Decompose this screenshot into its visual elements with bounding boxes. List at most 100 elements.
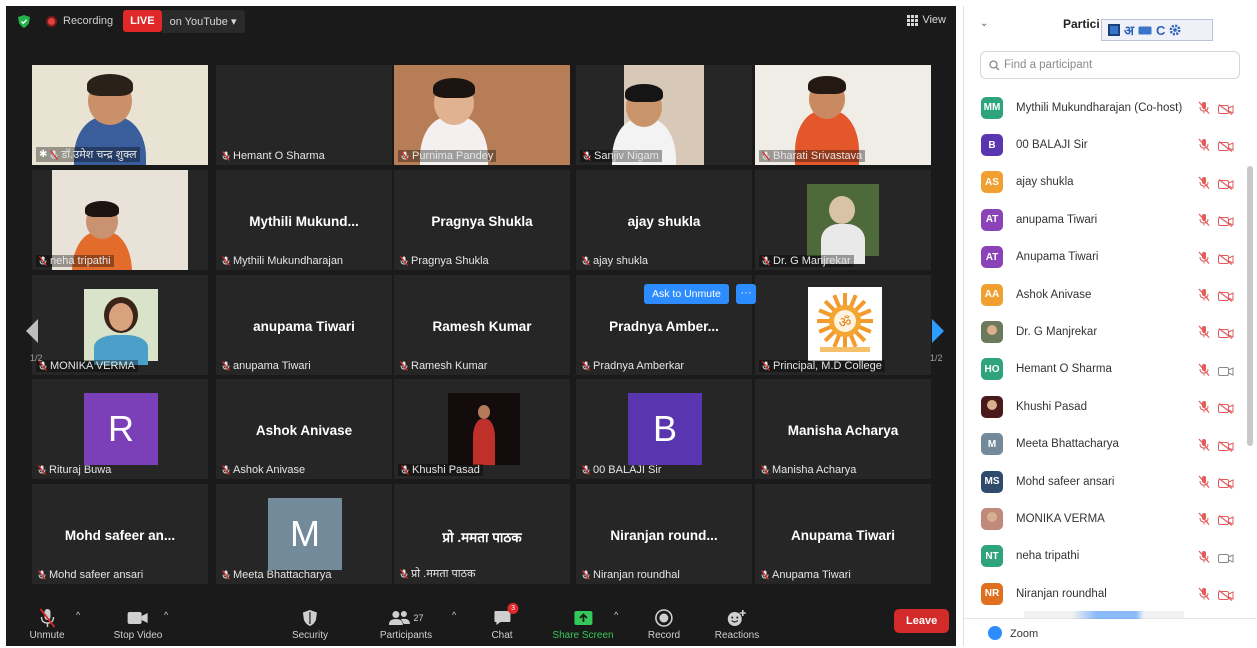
video-tile-mythili-mukundharajan[interactable]: Mythili Mukund... Mythili Mukundharajan xyxy=(216,170,392,270)
video-tile-sanjiv-nigam[interactable]: Sanjiv Nigam xyxy=(576,65,752,165)
muted-mic-icon[interactable] xyxy=(1198,325,1210,343)
shield-icon[interactable] xyxy=(18,14,30,28)
video-off-icon[interactable] xyxy=(1218,289,1234,307)
participant-row-mythili-mukundharajan-co-host[interactable]: MM Mythili Mukundharajan (Co-host) xyxy=(964,89,1249,126)
video-off-icon[interactable] xyxy=(1218,476,1234,494)
participant-display-name: Pradnya Amber... xyxy=(609,319,719,334)
muted-mic-icon[interactable] xyxy=(1198,475,1210,493)
stop-video-button[interactable]: Stop Video xyxy=(114,608,162,641)
participant-row-khushi-pasad[interactable]: Khushi Pasad xyxy=(964,388,1249,425)
video-on-icon[interactable] xyxy=(1218,551,1234,569)
video-tile-bharati-srivastava[interactable]: Bharati Srivastava xyxy=(755,65,931,165)
video-options-caret-icon[interactable]: ^ xyxy=(164,610,168,620)
participants-options-caret-icon[interactable]: ^ xyxy=(452,610,456,620)
participant-row-mohd-safeer-ansari[interactable]: MS Mohd safeer ansari xyxy=(964,463,1249,500)
participant-row-dr-g-manjrekar[interactable]: Dr. G Manjrekar xyxy=(964,313,1249,350)
participant-row-anupama-tiwari[interactable]: AT Anupama Tiwari xyxy=(964,239,1249,276)
video-off-icon[interactable] xyxy=(1218,513,1234,531)
video-off-icon[interactable] xyxy=(1218,439,1234,457)
participant-row-00-balaji-sir[interactable]: B 00 BALAJI Sir xyxy=(964,126,1249,163)
video-tile-00-balaji-sir[interactable]: B 00 BALAJI Sir xyxy=(576,379,752,479)
video-off-icon[interactable] xyxy=(1218,588,1234,606)
video-tile-ramesh-kumar[interactable]: Ramesh Kumar Ramesh Kumar xyxy=(394,275,570,375)
video-tile-niranjan-roundhal[interactable]: Niranjan round... Niranjan roundhal xyxy=(576,484,752,584)
audio-options-caret-icon[interactable]: ^ xyxy=(76,610,80,620)
settings-gear-icon[interactable] xyxy=(1169,24,1181,36)
video-off-icon[interactable] xyxy=(1218,177,1234,195)
reactions-button[interactable]: Reactions xyxy=(715,608,759,641)
video-tile-ajay-shukla[interactable]: ajay shukla ajay shukla xyxy=(576,170,752,270)
video-tile-dr-g-manjrekar[interactable]: Dr. G Manjrekar xyxy=(755,170,931,270)
muted-mic-icon xyxy=(400,568,408,579)
muted-mic-icon[interactable] xyxy=(1198,438,1210,456)
share-options-caret-icon[interactable]: ^ xyxy=(614,610,618,620)
video-tile-mohd-safeer-ansari[interactable]: Mohd safeer an... Mohd safeer ansari xyxy=(32,484,208,584)
participant-row-monika-verma[interactable]: MONIKA VERMA xyxy=(964,500,1249,537)
video-on-icon[interactable] xyxy=(1218,364,1234,382)
muted-mic-icon[interactable] xyxy=(1198,363,1210,381)
record-button[interactable]: Record xyxy=(648,608,680,641)
muted-mic-icon[interactable] xyxy=(1198,550,1210,568)
video-tile-rituraj-buwa[interactable]: R Rituraj Buwa xyxy=(32,379,208,479)
participant-search-box[interactable] xyxy=(980,51,1240,79)
video-off-icon[interactable] xyxy=(1218,401,1234,419)
previous-page-arrow-icon[interactable] xyxy=(24,318,40,344)
chat-button[interactable]: 3 Chat xyxy=(491,603,519,641)
video-tile-khushi-pasad[interactable]: Khushi Pasad xyxy=(394,379,570,479)
participant-list-scrollbar[interactable] xyxy=(1247,166,1253,446)
muted-mic-icon[interactable] xyxy=(1198,176,1210,194)
ime-hindi-label[interactable]: अ xyxy=(1124,21,1134,39)
ime-c-label[interactable]: C xyxy=(1156,23,1165,38)
muted-mic-icon[interactable] xyxy=(1198,101,1210,119)
participants-button[interactable]: 27 Participants xyxy=(380,608,432,641)
video-off-icon[interactable] xyxy=(1218,252,1234,270)
ask-to-unmute-button[interactable]: Ask to Unmute xyxy=(644,284,729,304)
video-tile-participant[interactable]: ✱ डॉ.उमेश चन्द्र शुक्ल xyxy=(32,65,208,165)
participant-name-label: 00 BALAJI Sir xyxy=(582,464,661,476)
stream-destination-dropdown[interactable]: on YouTube ▾ xyxy=(161,9,245,33)
live-badge[interactable]: LIVE xyxy=(123,10,162,32)
video-tile-purnima-pandey[interactable]: Purnima Pandey xyxy=(394,65,570,165)
muted-mic-icon[interactable] xyxy=(1198,288,1210,306)
muted-mic-icon[interactable] xyxy=(1198,138,1210,156)
tile-more-options-button[interactable]: ··· xyxy=(736,284,756,304)
participant-row-meeta-bhattacharya[interactable]: M Meeta Bhattacharya xyxy=(964,426,1249,463)
security-button[interactable]: Security xyxy=(292,608,328,641)
share-screen-button[interactable]: Share Screen xyxy=(552,608,614,641)
video-tile-hemant-o-sharma[interactable]: Hemant O Sharma xyxy=(216,65,392,165)
muted-mic-icon[interactable] xyxy=(1198,213,1210,231)
participant-row-niranjan-roundhal[interactable]: NR Niranjan roundhal xyxy=(964,575,1249,612)
video-off-icon[interactable] xyxy=(1218,326,1234,344)
participant-row-hemant-o-sharma[interactable]: HO Hemant O Sharma xyxy=(964,351,1249,388)
muted-mic-icon[interactable] xyxy=(1198,400,1210,418)
next-page-arrow-icon[interactable] xyxy=(930,318,946,344)
language-input-toolbar[interactable]: अ C xyxy=(1101,19,1213,41)
video-off-icon[interactable] xyxy=(1218,102,1234,120)
video-tile-principal-m-d-college[interactable]: ॐ Principal, M.D College xyxy=(755,275,931,375)
video-tile-participant[interactable]: प्रो .ममता पाठक प्रो .ममता पाठक xyxy=(394,484,570,584)
view-button[interactable]: View xyxy=(907,14,946,26)
video-tile-anupama-tiwari[interactable]: anupama Tiwari anupama Tiwari xyxy=(216,275,392,375)
participant-row-ajay-shukla[interactable]: AS ajay shukla xyxy=(964,164,1249,201)
participant-row-neha-tripathi[interactable]: NT neha tripathi xyxy=(964,538,1249,575)
video-tile-manisha-acharya[interactable]: Manisha Acharya Manisha Acharya xyxy=(755,379,931,479)
video-tile-pragnya-shukla[interactable]: Pragnya Shukla Pragnya Shukla xyxy=(394,170,570,270)
unmute-button[interactable]: Unmute xyxy=(29,608,65,641)
video-off-icon[interactable] xyxy=(1218,139,1234,157)
video-tile-monika-verma[interactable]: MONIKA VERMA xyxy=(32,275,208,375)
collapse-chevron-icon[interactable]: ⌄ xyxy=(980,18,988,29)
video-tile-anupama-tiwari[interactable]: Anupama Tiwari Anupama Tiwari xyxy=(755,484,931,584)
video-tile-neha-tripathi[interactable]: neha tripathi xyxy=(32,170,208,270)
leave-meeting-button[interactable]: Leave xyxy=(894,609,950,633)
video-tile-meeta-bhattacharya[interactable]: M Meeta Bhattacharya xyxy=(216,484,392,584)
keyboard-icon[interactable] xyxy=(1138,26,1152,35)
video-off-icon[interactable] xyxy=(1218,214,1234,232)
participant-row-ashok-anivase[interactable]: AA Ashok Anivase xyxy=(964,276,1249,313)
muted-mic-icon[interactable] xyxy=(1198,512,1210,530)
muted-mic-icon[interactable] xyxy=(1198,251,1210,269)
muted-mic-icon[interactable] xyxy=(1198,587,1210,605)
participant-row-anupama-tiwari[interactable]: AT anupama Tiwari xyxy=(964,201,1249,238)
video-tile-ashok-anivase[interactable]: Ashok Anivase Ashok Anivase xyxy=(216,379,392,479)
recording-label[interactable]: Recording xyxy=(63,15,113,27)
participant-search-input[interactable] xyxy=(1004,59,1224,71)
